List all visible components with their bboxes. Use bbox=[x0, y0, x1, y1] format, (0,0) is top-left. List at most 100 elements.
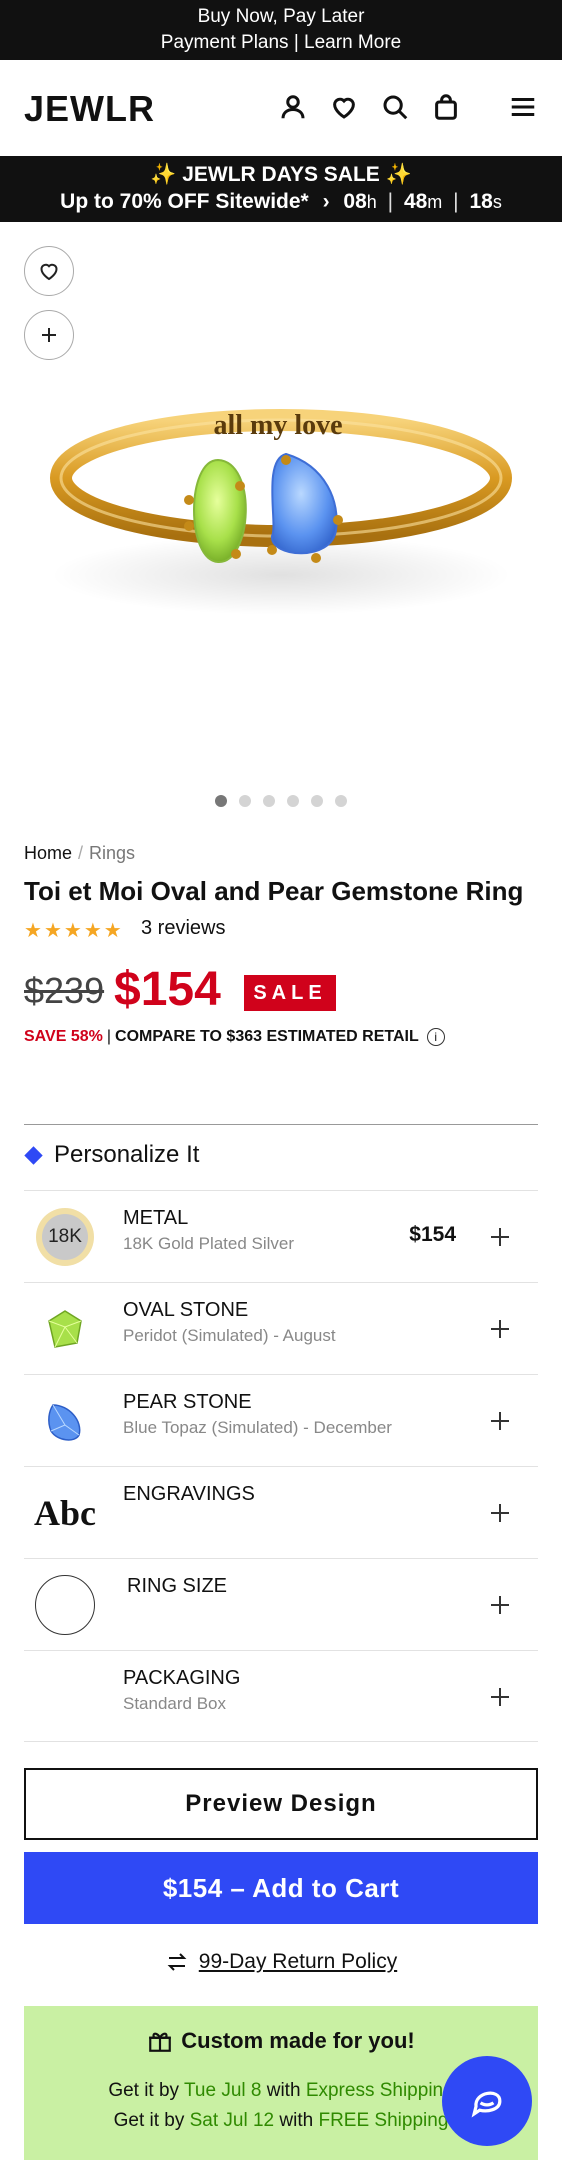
section-divider bbox=[24, 1124, 538, 1125]
option-name: METAL bbox=[123, 1207, 189, 1229]
countdown-minutes: 48 bbox=[403, 190, 428, 213]
carousel-dot[interactable] bbox=[335, 795, 347, 807]
breadcrumb-rings[interactable]: Rings bbox=[89, 843, 135, 863]
heart-icon bbox=[40, 263, 58, 281]
chat-button[interactable] bbox=[442, 2056, 532, 2146]
ship-with: with bbox=[266, 2080, 301, 2101]
star-icon: ★ bbox=[43, 920, 62, 942]
star-icon: ★ bbox=[103, 920, 122, 942]
original-price: $239 bbox=[24, 970, 105, 1011]
chevron-right-icon: › bbox=[322, 190, 330, 213]
diamond-icon bbox=[24, 1145, 43, 1165]
product-image[interactable]: all my love bbox=[40, 390, 522, 630]
compare-price: COMPARE TO $363 ESTIMATED RETAIL bbox=[115, 1028, 419, 1045]
sale-price: $154 bbox=[114, 963, 221, 1016]
option-engravings[interactable]: Abc ENGRAVINGS bbox=[24, 1466, 538, 1558]
savings-separator: | bbox=[106, 1028, 112, 1045]
breadcrumb: Home / Rings bbox=[24, 843, 135, 864]
account-icon[interactable] bbox=[276, 90, 310, 124]
top-promo-bar: Buy Now, Pay Later Payment Plans | Learn… bbox=[0, 0, 562, 60]
engraving-text: all my love bbox=[213, 410, 342, 441]
star-icon: ★ bbox=[83, 920, 102, 942]
return-policy-link[interactable]: 99-Day Return Policy bbox=[0, 1950, 562, 1974]
option-metal[interactable]: 18K METAL 18K Gold Plated Silver $154 bbox=[24, 1190, 538, 1282]
zoom-button[interactable] bbox=[24, 310, 74, 360]
search-icon[interactable] bbox=[378, 90, 412, 124]
free-method[interactable]: FREE Shipping bbox=[318, 2110, 448, 2131]
hours-unit: h bbox=[366, 192, 377, 212]
plus-icon bbox=[42, 328, 56, 342]
plus-icon[interactable] bbox=[488, 1501, 512, 1525]
peridot-gem-icon bbox=[34, 1298, 96, 1360]
express-date: Tue Jul 8 bbox=[184, 2080, 262, 2101]
metal-swatch: 18K bbox=[34, 1206, 96, 1268]
personalize-heading: Personalize It bbox=[24, 1141, 199, 1169]
option-value: Blue Topaz (Simulated) - December bbox=[123, 1418, 392, 1437]
carousel-dot[interactable] bbox=[311, 795, 323, 807]
engraving-icon: Abc bbox=[34, 1482, 96, 1544]
free-date: Sat Jul 12 bbox=[189, 2110, 275, 2131]
sale-title: ✨ JEWLR DAYS SALE ✨ bbox=[150, 163, 412, 186]
info-icon[interactable]: i bbox=[426, 1028, 445, 1046]
sale-countdown-line: Up to 70% OFF Sitewide* › 08h | 48m | 18… bbox=[0, 188, 562, 216]
personalize-title: Personalize It bbox=[54, 1141, 200, 1168]
gift-icon bbox=[149, 2032, 172, 2052]
carousel-dot[interactable] bbox=[263, 795, 275, 807]
countdown-separator: | bbox=[453, 190, 459, 213]
plus-icon[interactable] bbox=[488, 1409, 512, 1433]
plus-icon[interactable] bbox=[488, 1685, 512, 1709]
custom-made-title-text: Custom made for you! bbox=[181, 2028, 415, 2053]
wishlist-button[interactable] bbox=[24, 246, 74, 296]
heart-icon[interactable] bbox=[327, 90, 361, 124]
chat-icon bbox=[471, 2091, 502, 2118]
option-value: Peridot (Simulated) - August bbox=[123, 1326, 336, 1345]
breadcrumb-separator: / bbox=[78, 843, 84, 863]
express-method[interactable]: Express Shipping bbox=[306, 2080, 454, 2101]
site-header: JEWLR bbox=[0, 60, 562, 156]
option-value: Standard Box bbox=[123, 1694, 227, 1713]
ship-prefix: Get it by bbox=[113, 2110, 185, 2131]
plus-icon[interactable] bbox=[488, 1225, 512, 1249]
option-ring-size[interactable]: RING SIZE bbox=[24, 1558, 538, 1650]
option-oval-stone[interactable]: OVAL STONE Peridot (Simulated) - August bbox=[24, 1282, 538, 1374]
breadcrumb-home[interactable]: Home bbox=[24, 843, 72, 863]
carousel-dot[interactable] bbox=[287, 795, 299, 807]
option-value: 18K Gold Plated Silver bbox=[123, 1234, 295, 1253]
option-name: OVAL STONE bbox=[123, 1299, 249, 1321]
star-icon: ★ bbox=[24, 920, 42, 942]
ship-with: with bbox=[279, 2110, 314, 2131]
countdown-seconds: 18 bbox=[469, 190, 493, 213]
preview-design-button[interactable]: Preview Design bbox=[24, 1768, 538, 1840]
payment-plans-link[interactable]: Payment Plans | Learn More bbox=[0, 30, 562, 56]
carousel-dots bbox=[0, 795, 562, 807]
return-policy-text[interactable]: 99-Day Return Policy bbox=[199, 1950, 397, 1974]
star-icon: ★ bbox=[63, 920, 82, 942]
ring-size-icon bbox=[34, 1574, 96, 1636]
savings-line: SAVE 58% | COMPARE TO $363 ESTIMATED RET… bbox=[24, 1028, 445, 1046]
option-name: RING SIZE bbox=[127, 1575, 228, 1597]
option-price: $154 bbox=[409, 1223, 456, 1246]
exchange-arrows-icon bbox=[167, 1953, 187, 1971]
plus-icon[interactable] bbox=[488, 1593, 512, 1617]
carousel-dot[interactable] bbox=[239, 795, 251, 807]
ship-prefix: Get it by bbox=[108, 2080, 180, 2101]
carousel-dot[interactable] bbox=[215, 795, 227, 807]
sale-subtitle: Up to 70% OFF Sitewide* bbox=[60, 190, 309, 213]
option-pear-stone[interactable]: PEAR STONE Blue Topaz (Simulated) - Dece… bbox=[24, 1374, 538, 1466]
savings-percent: SAVE 58% bbox=[24, 1028, 103, 1045]
option-name: ENGRAVINGS bbox=[123, 1483, 255, 1505]
countdown-separator: | bbox=[387, 190, 394, 213]
blue-topaz-gem-icon bbox=[34, 1390, 96, 1452]
option-packaging[interactable]: PACKAGING Standard Box bbox=[24, 1650, 538, 1742]
reviews-link[interactable]: 3 reviews bbox=[141, 917, 225, 940]
sale-badge: SALE bbox=[244, 975, 336, 1011]
jewlr-logo[interactable]: JEWLR bbox=[24, 88, 155, 130]
sale-banner[interactable]: ✨ JEWLR DAYS SALE ✨ Up to 70% OFF Sitewi… bbox=[0, 156, 562, 222]
metal-badge-text: 18K bbox=[42, 1214, 88, 1260]
plus-icon[interactable] bbox=[488, 1317, 512, 1341]
menu-icon[interactable] bbox=[506, 90, 540, 124]
bag-icon[interactable] bbox=[429, 90, 463, 124]
add-to-cart-button[interactable]: $154 – Add to Cart bbox=[24, 1852, 538, 1924]
star-rating[interactable]: ★ ★ ★ ★ ★ bbox=[24, 918, 122, 943]
option-name: PEAR STONE bbox=[123, 1391, 252, 1413]
